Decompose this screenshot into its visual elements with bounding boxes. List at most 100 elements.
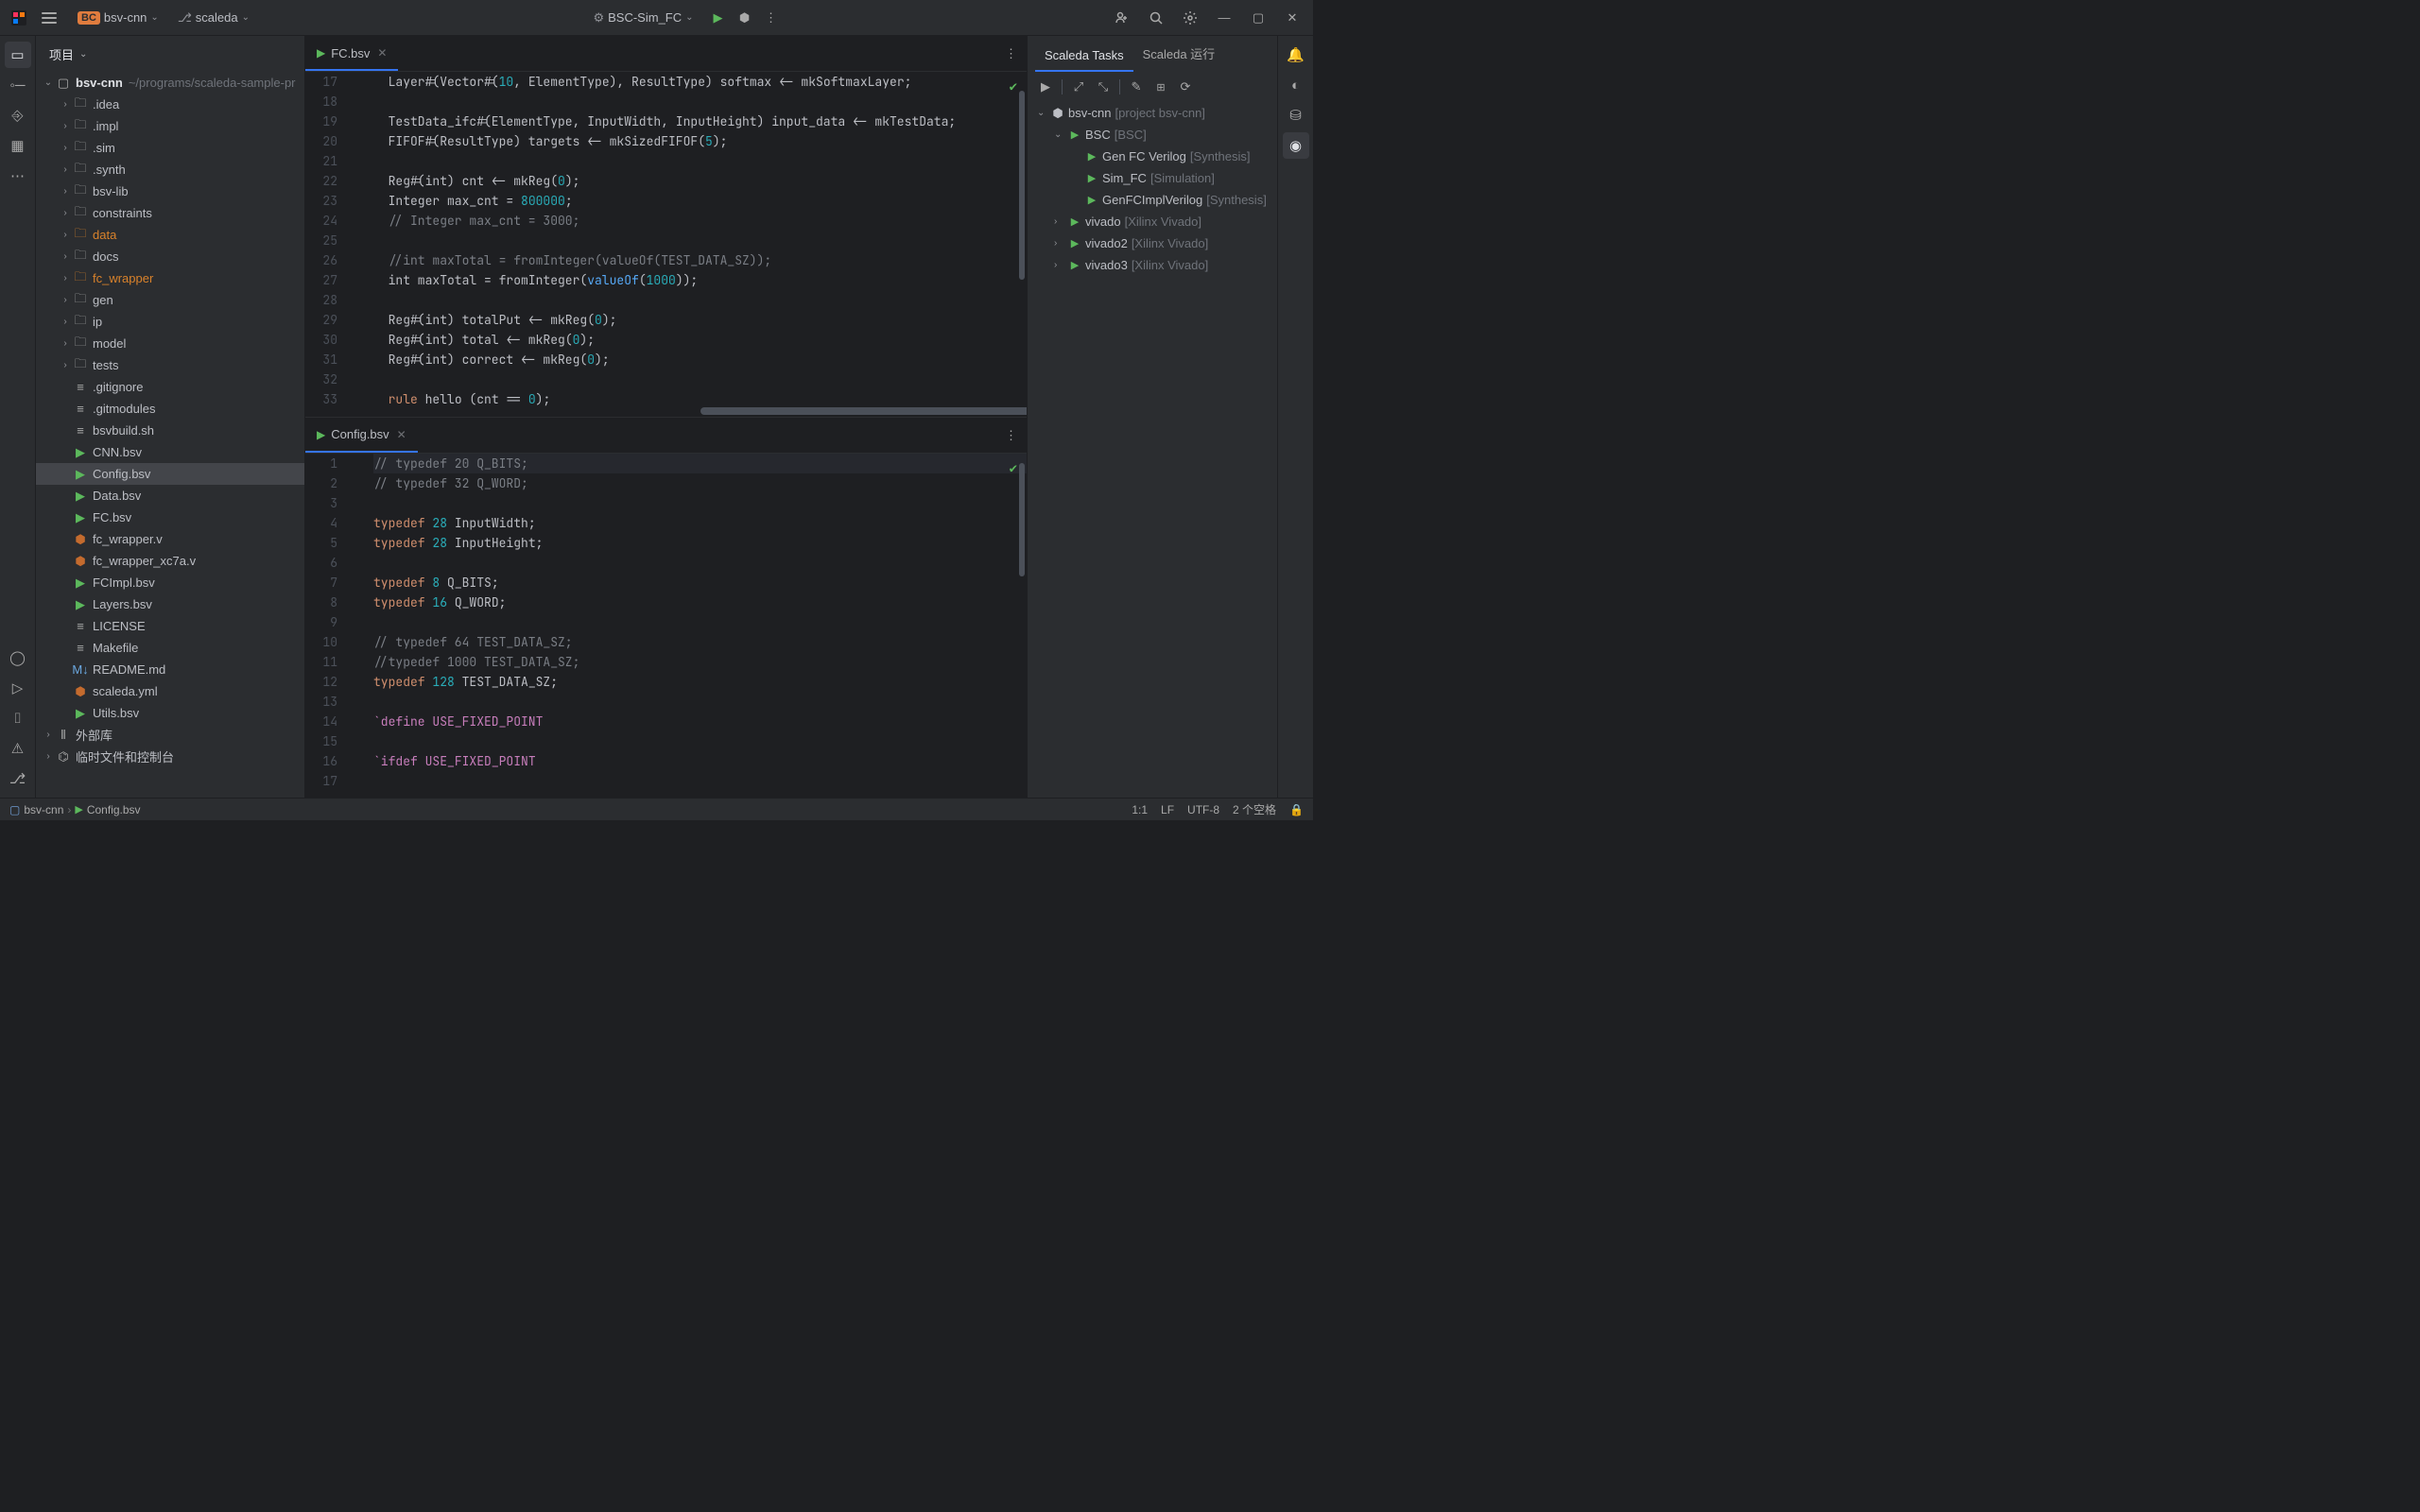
run-config-dropdown[interactable]: ⚙ BSC-Sim_FC ⌄ bbox=[585, 7, 700, 29]
chevron-right-icon[interactable]: › bbox=[59, 251, 72, 262]
scaleda-tasks-icon[interactable]: ◉ bbox=[1283, 132, 1309, 159]
cursor-position[interactable]: 1:1 bbox=[1132, 803, 1148, 816]
tree-folder[interactable]: ›🗀docs bbox=[36, 246, 304, 267]
tree-file[interactable]: ≡LICENSE bbox=[36, 615, 304, 637]
vertical-scrollbar[interactable] bbox=[1017, 454, 1027, 799]
code-line[interactable] bbox=[373, 92, 1027, 112]
problems-icon[interactable]: ⚠ bbox=[5, 735, 31, 762]
pull-requests-icon[interactable]: ⎆ bbox=[5, 102, 31, 129]
tree-file[interactable]: ▶Utils.bsv bbox=[36, 702, 304, 724]
code-editor-top[interactable]: 1718192021222324252627282930313233 Layer… bbox=[305, 72, 1027, 417]
code-content[interactable]: Layer#(Vector#(10, ElementType), ResultT… bbox=[351, 72, 1027, 417]
encoding[interactable]: UTF-8 bbox=[1187, 803, 1219, 816]
breadcrumb-item[interactable]: bsv-cnn bbox=[24, 803, 63, 816]
scaleda-tool-icon[interactable]: ◐ bbox=[1283, 72, 1309, 98]
tree-folder[interactable]: ›🗀constraints bbox=[36, 202, 304, 224]
task-row[interactable]: ›▶vivado3[Xilinx Vivado] bbox=[1028, 254, 1277, 276]
code-line[interactable]: FIFOF#(ResultType) targets <- mkSizedFIF… bbox=[373, 131, 1027, 151]
close-tab-icon[interactable]: ✕ bbox=[397, 428, 406, 441]
chevron-down-icon[interactable]: ⌄ bbox=[42, 77, 55, 88]
tree-file[interactable]: ≡bsvbuild.sh bbox=[36, 420, 304, 441]
code-line[interactable] bbox=[373, 231, 1027, 250]
code-line[interactable] bbox=[373, 151, 1027, 171]
breadcrumb[interactable]: ▢ bsv-cnn › ▶ Config.bsv bbox=[9, 803, 141, 816]
search-icon[interactable] bbox=[1143, 5, 1169, 31]
code-line[interactable] bbox=[373, 369, 1027, 389]
code-line[interactable]: // typedef 32 Q_WORD; bbox=[373, 473, 1027, 493]
code-line[interactable]: Layer#(Vector#(10, ElementType), ResultT… bbox=[373, 72, 1027, 92]
editor-tab-fc[interactable]: ▶ FC.bsv ✕ bbox=[305, 37, 398, 71]
tree-file[interactable]: ▶Layers.bsv bbox=[36, 593, 304, 615]
tree-folder[interactable]: ›🗀model bbox=[36, 333, 304, 354]
tree-file[interactable]: ≡.gitmodules bbox=[36, 398, 304, 420]
tree-external-libs[interactable]: › ⫴ 外部库 bbox=[36, 724, 304, 746]
tab-menu-button[interactable]: ⋮ bbox=[995, 37, 1027, 71]
code-line[interactable]: typedef 28 InputHeight; bbox=[373, 533, 1027, 553]
tree-file[interactable]: ▶Data.bsv bbox=[36, 485, 304, 507]
run-button[interactable]: ▶ bbox=[705, 5, 732, 31]
vcs-icon[interactable]: ⎇ bbox=[5, 765, 31, 792]
code-line[interactable]: // typedef 20 Q_BITS; bbox=[373, 454, 1027, 473]
code-line[interactable]: typedef 28 InputWidth; bbox=[373, 513, 1027, 533]
tree-folder[interactable]: ›🗀ip bbox=[36, 311, 304, 333]
chevron-right-icon[interactable]: › bbox=[59, 360, 72, 370]
tree-file[interactable]: ≡Makefile bbox=[36, 637, 304, 659]
code-line[interactable]: `ifdef USE_FIXED_POINT bbox=[373, 751, 1027, 771]
debug-button[interactable]: ⬢ bbox=[732, 5, 758, 31]
tree-folder[interactable]: ›🗀data bbox=[36, 224, 304, 246]
vcs-branch-dropdown[interactable]: ⎇ scaleda ⌄ bbox=[170, 7, 257, 29]
chevron-right-icon[interactable]: › bbox=[59, 164, 72, 175]
code-line[interactable]: typedef 128 TEST_DATA_SZ; bbox=[373, 672, 1027, 692]
tree-file[interactable]: M↓README.md bbox=[36, 659, 304, 680]
chevron-icon[interactable]: ⌄ bbox=[1037, 108, 1050, 118]
run-tool-icon[interactable]: ▷ bbox=[5, 675, 31, 701]
notifications-icon[interactable]: 🔔 bbox=[1283, 42, 1309, 68]
tree-scratches[interactable]: › ⌬ 临时文件和控制台 bbox=[36, 746, 304, 767]
tree-file[interactable]: ▶FC.bsv bbox=[36, 507, 304, 528]
task-row[interactable]: ▶Gen FC Verilog[Synthesis] bbox=[1028, 146, 1277, 167]
main-menu-button[interactable] bbox=[40, 9, 59, 27]
tree-file[interactable]: ≡.gitignore bbox=[36, 376, 304, 398]
project-panel-header[interactable]: 项目 ⌄ bbox=[36, 36, 304, 72]
tree-folder[interactable]: ›🗀.impl bbox=[36, 115, 304, 137]
code-line[interactable]: Integer max_cnt = 800000; bbox=[373, 191, 1027, 211]
code-line[interactable]: Reg#(int) totalPut <- mkReg(0); bbox=[373, 310, 1027, 330]
chevron-icon[interactable]: ⌄ bbox=[1054, 129, 1067, 140]
tree-file[interactable]: ▶Config.bsv bbox=[36, 463, 304, 485]
code-line[interactable]: Reg#(int) cnt <- mkReg(0); bbox=[373, 171, 1027, 191]
code-line[interactable]: // typedef 64 TEST_DATA_SZ; bbox=[373, 632, 1027, 652]
tree-folder[interactable]: ›🗀tests bbox=[36, 354, 304, 376]
chevron-right-icon[interactable]: › bbox=[42, 730, 55, 740]
chevron-icon[interactable]: › bbox=[1054, 238, 1067, 249]
expand-all-icon[interactable]: ⤢ bbox=[1068, 77, 1089, 97]
chevron-right-icon[interactable]: › bbox=[59, 295, 72, 305]
code-line[interactable]: // Integer max_cnt = 3000; bbox=[373, 211, 1027, 231]
project-dropdown[interactable]: BC bsv-cnn ⌄ bbox=[70, 7, 166, 28]
chevron-icon[interactable]: › bbox=[1054, 216, 1067, 227]
chevron-right-icon[interactable]: › bbox=[59, 99, 72, 110]
tree-file[interactable]: ⬢fc_wrapper.v bbox=[36, 528, 304, 550]
terminal-icon[interactable]: ⌷ bbox=[5, 705, 31, 731]
code-line[interactable] bbox=[373, 731, 1027, 751]
tree-file[interactable]: ⬢scaleda.yml bbox=[36, 680, 304, 702]
tree-folder[interactable]: ›🗀fc_wrapper bbox=[36, 267, 304, 289]
minimize-button[interactable]: — bbox=[1211, 5, 1237, 31]
code-line[interactable] bbox=[373, 493, 1027, 513]
code-line[interactable]: int maxTotal = fromInteger(valueOf(1000)… bbox=[373, 270, 1027, 290]
commit-tool-icon[interactable]: ◦─ bbox=[5, 72, 31, 98]
indent-setting[interactable]: 2 个空格 bbox=[1233, 801, 1276, 817]
task-row[interactable]: ›▶vivado2[Xilinx Vivado] bbox=[1028, 232, 1277, 254]
tree-folder[interactable]: ›🗀bsv-lib bbox=[36, 180, 304, 202]
settings-icon[interactable] bbox=[1177, 5, 1203, 31]
tree-file[interactable]: ▶FCImpl.bsv bbox=[36, 572, 304, 593]
task-row[interactable]: ▶Sim_FC[Simulation] bbox=[1028, 167, 1277, 189]
chevron-icon[interactable]: › bbox=[1054, 260, 1067, 270]
code-line[interactable]: Reg#(int) total <- mkReg(0); bbox=[373, 330, 1027, 350]
horizontal-scrollbar[interactable] bbox=[700, 407, 1027, 415]
tab-scaleda-run[interactable]: Scaleda 运行 bbox=[1133, 37, 1225, 72]
chevron-right-icon[interactable]: › bbox=[59, 186, 72, 197]
inspection-status-icon[interactable]: ✔ bbox=[1010, 459, 1017, 479]
tab-scaleda-tasks[interactable]: Scaleda Tasks bbox=[1035, 41, 1133, 72]
code-line[interactable]: TestData_ifc#(ElementType, InputWidth, I… bbox=[373, 112, 1027, 131]
refresh-icon[interactable]: ⟳ bbox=[1175, 77, 1196, 97]
